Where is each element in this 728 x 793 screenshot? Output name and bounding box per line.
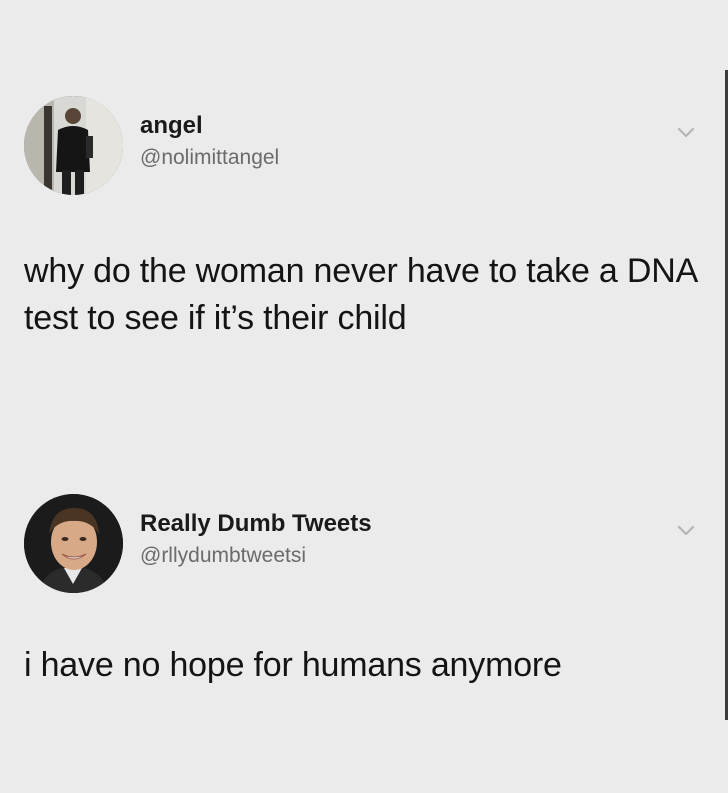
tweet-text: i have no hope for humans anymore [24, 646, 562, 684]
user-avatar[interactable] [24, 494, 123, 593]
chevron-down-icon[interactable] [676, 126, 696, 140]
tweet-text: why do the woman never have to take a DN… [24, 252, 697, 337]
user-handle[interactable]: @rllydumbtweetsi [140, 544, 306, 568]
person-photo-avatar-icon [24, 96, 123, 195]
smiling-man-photo-avatar-icon [24, 494, 123, 593]
user-handle[interactable]: @nolimittangel [140, 146, 279, 170]
user-avatar[interactable] [24, 96, 123, 195]
display-name[interactable]: Really Dumb Tweets [140, 510, 372, 538]
display-name[interactable]: angel [140, 112, 203, 140]
chevron-down-icon[interactable] [676, 524, 696, 538]
